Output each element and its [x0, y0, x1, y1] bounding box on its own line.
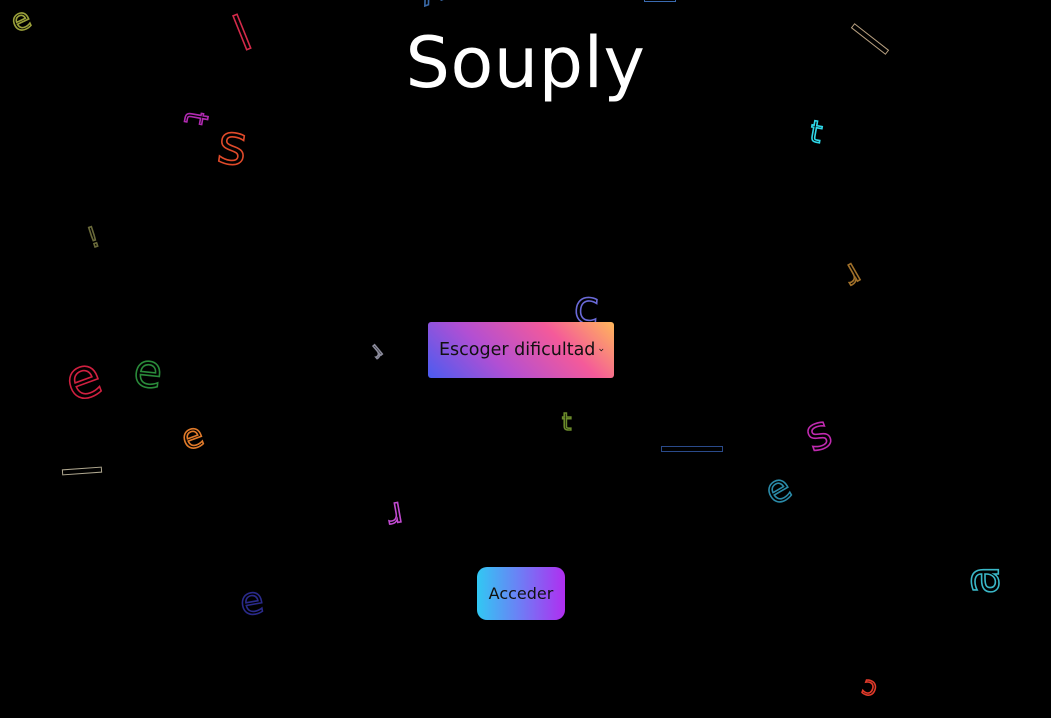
floating-letter: e	[55, 342, 111, 416]
page-title: Souply	[405, 22, 646, 104]
floating-bar	[661, 446, 723, 452]
floating-letter: s	[797, 403, 840, 464]
floating-letter: e	[236, 577, 268, 626]
chevron-down-icon	[599, 348, 604, 352]
floating-bar	[644, 0, 676, 2]
floating-letter: y	[412, 0, 452, 20]
floating-letter: t	[806, 113, 825, 151]
floating-bar	[61, 466, 103, 476]
floating-letter: !	[82, 219, 104, 255]
floating-letter: r	[365, 338, 390, 365]
game-start-screen: e l t s t ! r c r e e e t s e r e a c y …	[0, 0, 1051, 718]
floating-letter: r	[836, 253, 870, 296]
floating-letter: r	[384, 492, 407, 537]
floating-letter: t	[561, 408, 572, 436]
floating-letter: e	[175, 414, 210, 460]
floating-letter: s	[213, 110, 253, 180]
difficulty-select-value: Escoger dificultad	[439, 340, 596, 360]
access-button[interactable]: Acceder	[477, 567, 565, 620]
floating-letter: t	[176, 108, 217, 129]
floating-letter: e	[756, 463, 800, 514]
floating-letter: a	[954, 564, 1012, 595]
difficulty-select[interactable]: Escoger dificultad	[428, 322, 614, 378]
floating-letter: c	[857, 672, 882, 707]
floating-letter: e	[130, 342, 166, 400]
